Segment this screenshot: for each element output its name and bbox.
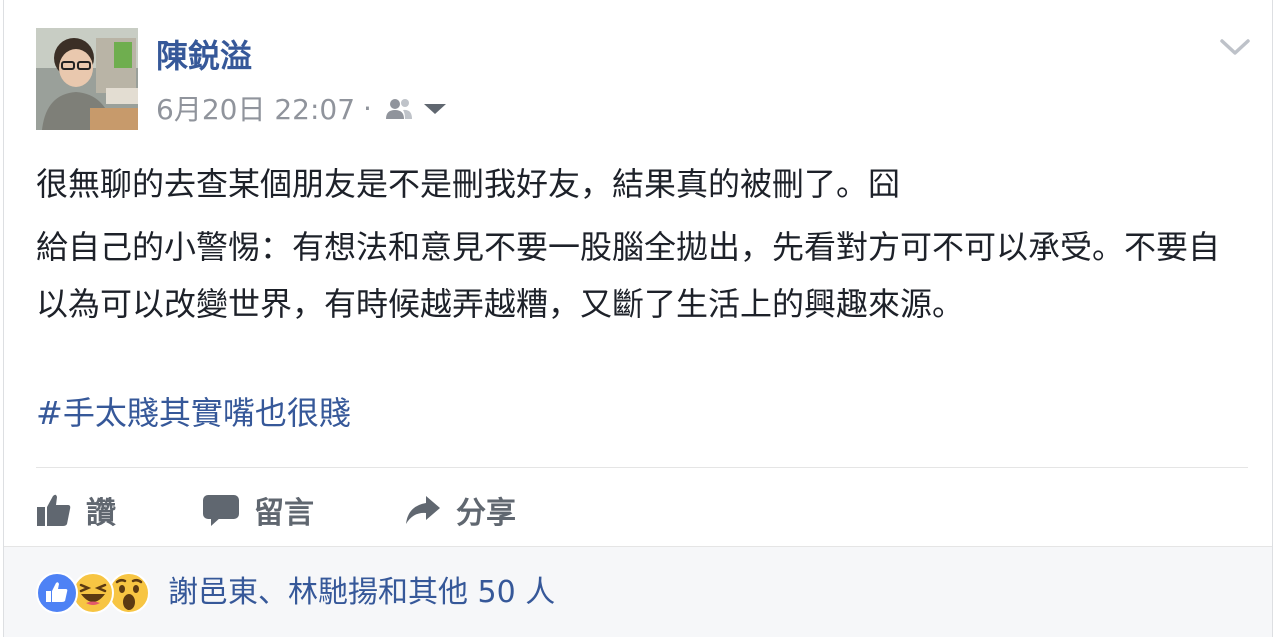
meta-separator: ·: [363, 91, 372, 125]
reaction-icons[interactable]: [36, 572, 150, 614]
comment-label: 留言: [254, 496, 314, 531]
action-bar: 讚 留言 分享: [36, 486, 516, 534]
comment-button[interactable]: 留言: [202, 488, 314, 532]
comment-bubble-icon: [203, 495, 239, 526]
post-paragraph: 給自己的小警惕：有想法和意見不要一股腦全拋出，先看對方可不可以承受。不要自以為可…: [36, 228, 1221, 323]
divider: [36, 467, 1248, 468]
author-avatar[interactable]: [36, 28, 138, 130]
post-paragraph: 很無聊的去查某個朋友是不是刪我好友，結果真的被刪了。囧: [36, 165, 901, 203]
reaction-summary[interactable]: 謝邑東、林馳揚和其他 50 人: [168, 571, 555, 615]
like-reaction-icon: [36, 572, 78, 614]
chevron-down-icon[interactable]: [1218, 34, 1252, 60]
author-name[interactable]: 陳鋭溢: [156, 34, 252, 78]
wow-reaction-icon: [108, 572, 150, 614]
post-body: 很無聊的去查某個朋友是不是刪我好友，結果真的被刪了。囧 給自己的小警惕：有想法和…: [36, 156, 1248, 333]
haha-reaction-icon: [72, 572, 114, 614]
post-card: 陳鋭溢 6月20日 22:07 · 很無聊的去查某個朋友是不是刪我好友，結果真的…: [3, 0, 1273, 637]
like-button[interactable]: 讚: [36, 488, 116, 532]
reactions-footer: 謝邑東、林馳揚和其他 50 人: [4, 546, 1272, 637]
caret-down-icon: [423, 104, 446, 114]
friends-icon: [385, 99, 412, 119]
like-label: 讚: [86, 496, 116, 531]
hashtag-link[interactable]: #手太賤其實嘴也很賤: [36, 388, 351, 438]
share-label: 分享: [456, 496, 516, 531]
share-button[interactable]: 分享: [404, 488, 516, 532]
share-arrow-icon: [406, 496, 440, 524]
post-meta: 6月20日 22:07 ·: [156, 88, 448, 128]
post-timestamp[interactable]: 6月20日 22:07: [156, 88, 355, 128]
thumbs-up-icon: [37, 494, 71, 526]
audience-selector[interactable]: [384, 97, 448, 119]
